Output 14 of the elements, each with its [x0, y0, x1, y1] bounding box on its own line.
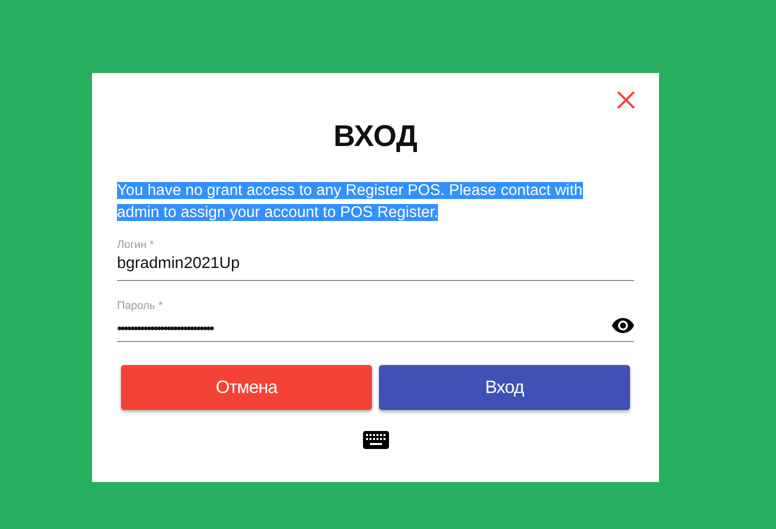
- field-value: •••••••••••••••••••••••••••••: [117, 320, 213, 336]
- eye-icon[interactable]: [612, 318, 634, 332]
- login-button[interactable]: Вход: [379, 365, 630, 410]
- input-field[interactable]: Логин * bgradmin2021Up: [117, 238, 634, 281]
- error-message: You have no grant access to any Register POS. Please contact with admin to assign your account to POS Register.: [117, 181, 584, 223]
- field-value: bgradmin2021Up: [117, 255, 240, 273]
- input-field[interactable]: Пароль * •••••••••••••••••••••••••••••: [117, 299, 634, 342]
- field-label: Пароль *: [117, 299, 164, 313]
- close-button[interactable]: [616, 90, 636, 110]
- cancel-button[interactable]: Отмена: [121, 365, 372, 410]
- keyboard-icon[interactable]: [362, 431, 388, 449]
- field-label: Логин *: [117, 238, 155, 252]
- close-icon: [617, 91, 635, 109]
- dialog-title: ВХОД: [332, 119, 419, 155]
